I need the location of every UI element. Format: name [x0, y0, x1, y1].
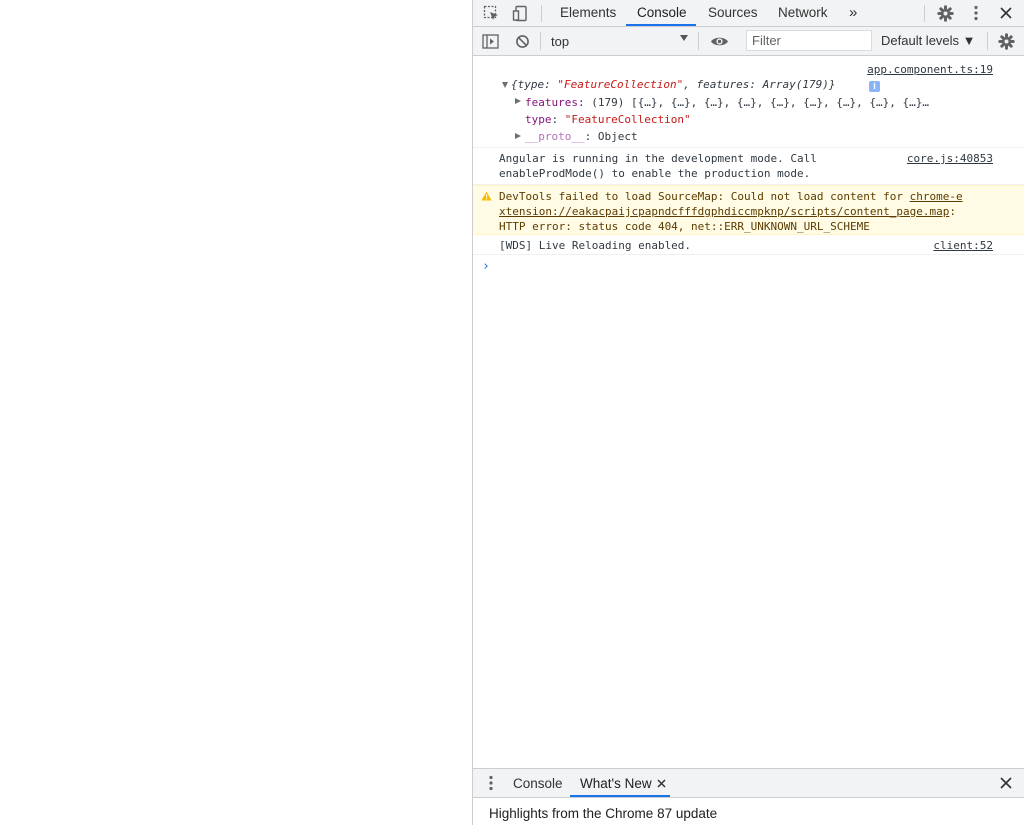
more-options-kebab-icon[interactable]: [966, 4, 986, 22]
object-summary-prefix: {type:: [511, 78, 558, 91]
warning-text-line: HTTP error: status code 404, net::ERR_UN…: [499, 220, 870, 233]
execution-context-select[interactable]: top: [551, 34, 569, 49]
drawer-tab-whats-new[interactable]: What's New: [580, 769, 652, 797]
inspected-page: [0, 0, 472, 825]
warning-text-line: xtension://eakacpaijcpapndcfffdgphdiccmp…: [499, 205, 956, 218]
object-summary-rest: , features: Array(179)}: [683, 78, 836, 91]
active-tab-indicator: [626, 24, 696, 26]
object-summary[interactable]: {type: "FeatureCollection", features: Ar…: [511, 78, 836, 91]
live-expression-eye-icon[interactable]: [709, 32, 729, 50]
type-property: type: "FeatureCollection": [525, 113, 691, 126]
collapse-triangle-icon[interactable]: [502, 82, 508, 88]
drawer-menu-kebab-icon[interactable]: [481, 774, 501, 792]
message-source-link[interactable]: app.component.ts:19: [867, 63, 993, 76]
clear-console-icon[interactable]: [512, 32, 532, 50]
toolbar-divider: [540, 32, 541, 50]
console-message-log: core.js:40853 Angular is running in the …: [473, 148, 1024, 185]
close-tab-icon[interactable]: [651, 774, 671, 792]
console-message-object: app.component.ts:19 {type: "FeatureColle…: [473, 56, 1024, 148]
device-toolbar-icon[interactable]: [510, 4, 530, 22]
whats-new-heading: Highlights from the Chrome 87 update: [489, 806, 718, 821]
toolbar-divider: [924, 5, 925, 22]
features-property[interactable]: features: (179) [{…}, {…}, {…}, {…}, {…}…: [525, 96, 929, 109]
drawer-tabbar: Console What's New: [473, 768, 1024, 798]
close-devtools-icon[interactable]: [996, 4, 1016, 22]
property-value: "FeatureCollection": [564, 113, 691, 126]
proto-property[interactable]: __proto__: Object: [525, 130, 638, 143]
console-filter-input[interactable]: [746, 30, 872, 51]
toolbar-divider: [698, 32, 699, 50]
property-key: type: [525, 113, 552, 126]
close-drawer-icon[interactable]: [996, 774, 1016, 792]
sourcemap-link[interactable]: xtension://eakacpaijcpapndcfffdgphdiccmp…: [499, 205, 949, 218]
tab-sources[interactable]: Sources: [708, 0, 758, 26]
inspect-element-icon[interactable]: [481, 4, 501, 22]
drawer-active-tab-indicator: [570, 795, 670, 797]
property-value: : (179) [{…}, {…}, {…}, {…}, {…}, {…}, {…: [577, 96, 929, 109]
log-levels-dropdown[interactable]: Default levels ▼: [881, 33, 976, 48]
toolbar-divider: [541, 5, 542, 22]
tab-elements[interactable]: Elements: [560, 0, 616, 26]
settings-gear-icon[interactable]: [935, 4, 955, 22]
property-key: features: [525, 96, 578, 109]
expand-triangle-icon[interactable]: [515, 98, 521, 104]
console-settings-gear-icon[interactable]: [996, 32, 1016, 50]
tab-console[interactable]: Console: [637, 0, 687, 26]
devtools-panel: Elements Console Sources Network » top F…: [472, 0, 1024, 825]
warning-triangle-icon: [481, 191, 492, 204]
warning-text: DevTools failed to load SourceMap: Could…: [499, 190, 910, 203]
message-text-line: Angular is running in the development mo…: [499, 152, 817, 165]
main-tabbar: Elements Console Sources Network »: [473, 0, 1024, 27]
console-toolbar: top Default levels ▼: [473, 27, 1024, 56]
drawer-tab-console[interactable]: Console: [513, 769, 563, 797]
message-source-link[interactable]: core.js:40853: [907, 152, 993, 165]
console-message-warning: DevTools failed to load SourceMap: Could…: [473, 185, 1024, 235]
more-tabs-chevron-icon[interactable]: »: [849, 0, 857, 26]
console-messages: app.component.ts:19 {type: "FeatureColle…: [473, 56, 1024, 768]
message-text-line: enableProdMode() to enable the productio…: [499, 167, 811, 180]
property-key: __proto__: [525, 130, 585, 143]
expand-triangle-icon[interactable]: [515, 133, 521, 139]
object-summary-string: "FeatureCollection": [557, 78, 684, 91]
property-value: : Object: [584, 130, 638, 143]
tab-network[interactable]: Network: [778, 0, 828, 26]
message-source-link[interactable]: client:52: [933, 239, 993, 252]
context-dropdown-arrow-icon[interactable]: [680, 35, 688, 41]
console-message-log: client:52 [WDS] Live Reloading enabled.: [473, 235, 1024, 255]
warning-text: :: [949, 205, 956, 218]
show-sidebar-icon[interactable]: [480, 32, 500, 50]
property-separator: :: [551, 113, 565, 126]
warning-text-line: DevTools failed to load SourceMap: Could…: [499, 190, 963, 203]
info-icon[interactable]: i: [869, 81, 880, 92]
toolbar-divider: [987, 32, 988, 50]
message-text-line: [WDS] Live Reloading enabled.: [499, 239, 692, 252]
console-prompt-chevron-icon[interactable]: ›: [482, 259, 490, 274]
sourcemap-link[interactable]: chrome-e: [910, 190, 963, 203]
